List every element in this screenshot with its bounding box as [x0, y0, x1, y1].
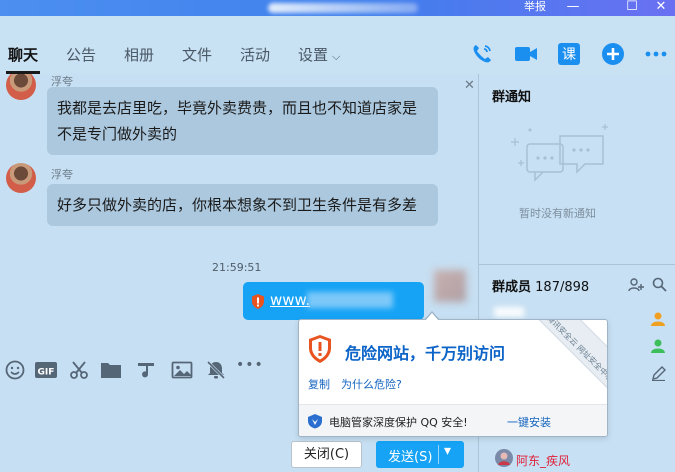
empty-notice-illustration — [511, 124, 608, 182]
popup-pointer-fill — [425, 313, 439, 321]
title-bar: 举报 — ☐ ✕ — [0, 0, 675, 16]
chevron-down-icon: ⌵ — [332, 50, 341, 63]
mute-bell-icon[interactable] — [205, 360, 227, 380]
emoji-icon[interactable] — [4, 360, 26, 380]
avatar[interactable] — [495, 449, 513, 467]
more-icon[interactable]: ••• — [236, 357, 264, 373]
tab-files[interactable]: 文件 — [182, 44, 212, 65]
more-icon[interactable] — [644, 42, 668, 66]
members-label: 群成员 — [492, 280, 532, 295]
message-timestamp: 21:59:51 — [212, 261, 262, 274]
members-count: 187/898 — [535, 280, 590, 295]
course-icon[interactable]: 课 — [557, 42, 581, 66]
tab-settings[interactable]: 设置 ⌵ — [298, 44, 340, 65]
add-member-icon[interactable] — [628, 277, 644, 293]
send-button-divider — [438, 445, 439, 464]
link-message-bubble[interactable]: www. — [243, 282, 424, 320]
copy-link[interactable]: 复制 — [308, 376, 330, 392]
send-button-label: 发送(S) — [388, 450, 433, 465]
group-notice-title: 群通知 — [492, 90, 532, 105]
message-bubble: 好多只做外卖的店，你根本想象不到卫生条件是有多差 — [47, 184, 438, 226]
danger-shield-icon — [252, 294, 264, 309]
member-name[interactable]: 阿东_疾风 — [516, 452, 570, 469]
sender-name: 浮夸 — [51, 168, 73, 181]
maximize-button[interactable]: ☐ — [624, 0, 640, 15]
group-title-blurred — [268, 3, 418, 13]
folder-icon[interactable] — [100, 360, 122, 380]
danger-warning-text: 危险网站，千万别访问 — [345, 344, 506, 363]
phone-icon[interactable] — [470, 42, 494, 66]
popup-footer: 电脑管家深度保护 QQ 安全! 一键安装 — [299, 404, 607, 436]
minimize-button[interactable]: — — [565, 0, 581, 15]
tab-chat[interactable]: 聊天 — [8, 44, 38, 65]
message-bubble: 我都是去店里吃，毕竟外卖费贵，而且也不知道店家是不是专门做外卖的 — [47, 87, 438, 155]
edit-icon[interactable] — [651, 366, 666, 381]
close-icon[interactable]: ✕ — [464, 78, 475, 93]
close-window-button[interactable]: ✕ — [653, 0, 669, 15]
danger-shield-icon — [309, 335, 331, 363]
tab-album[interactable]: 相册 — [124, 44, 154, 65]
link-text[interactable]: www. — [270, 291, 310, 309]
tab-activity[interactable]: 活动 — [240, 44, 270, 65]
link-url-blurred — [307, 292, 393, 308]
sidebar-section-divider — [479, 264, 675, 265]
one-click-install-link[interactable]: 一键安装 — [507, 414, 551, 430]
send-options-dropdown[interactable]: ▾ — [444, 443, 451, 459]
members-title: 群成员 187/898 — [492, 276, 589, 295]
music-icon[interactable] — [135, 360, 157, 380]
report-link[interactable]: 举报 — [524, 0, 546, 14]
close-button[interactable]: 关闭(C) — [291, 441, 362, 468]
add-icon[interactable] — [601, 42, 625, 66]
notice-empty-text: 暂时没有新通知 — [519, 207, 596, 220]
send-button[interactable]: 发送(S) ▾ — [376, 441, 464, 468]
video-call-icon[interactable] — [514, 42, 538, 66]
tab-bar: 聊天 公告 相册 文件 活动 设置 ⌵ 课 — [0, 16, 675, 74]
gif-icon[interactable]: GIF — [34, 360, 58, 380]
search-icon[interactable] — [652, 277, 667, 292]
avatar[interactable] — [6, 74, 36, 100]
tab-settings-label: 设置 — [298, 46, 329, 64]
avatar[interactable] — [6, 163, 36, 193]
gif-icon-label: GIF — [38, 368, 55, 378]
chat-message-area[interactable]: 浮夸 ✕ 我都是去店里吃，毕竟外卖费贵，而且也不知道店家是不是专门做外卖的 浮夸… — [0, 74, 478, 346]
tab-announcement[interactable]: 公告 — [66, 44, 96, 65]
member-list-item[interactable] — [494, 307, 524, 317]
course-icon-label: 课 — [562, 47, 576, 63]
scissors-icon[interactable] — [68, 360, 90, 380]
avatar[interactable] — [434, 270, 466, 302]
danger-warning-popup: 危险网站，千万别访问 复制 为什么危险? 腾讯安全云 网址安全中心 电脑管家深度… — [298, 319, 608, 437]
image-icon[interactable] — [171, 360, 193, 380]
pc-manager-icon — [308, 414, 322, 429]
why-dangerous-link[interactable]: 为什么危险? — [341, 376, 402, 392]
admin-badge-icon — [651, 339, 665, 353]
owner-badge-icon — [651, 312, 665, 326]
pc-manager-promo-text: 电脑管家深度保护 QQ 安全! — [329, 416, 468, 429]
